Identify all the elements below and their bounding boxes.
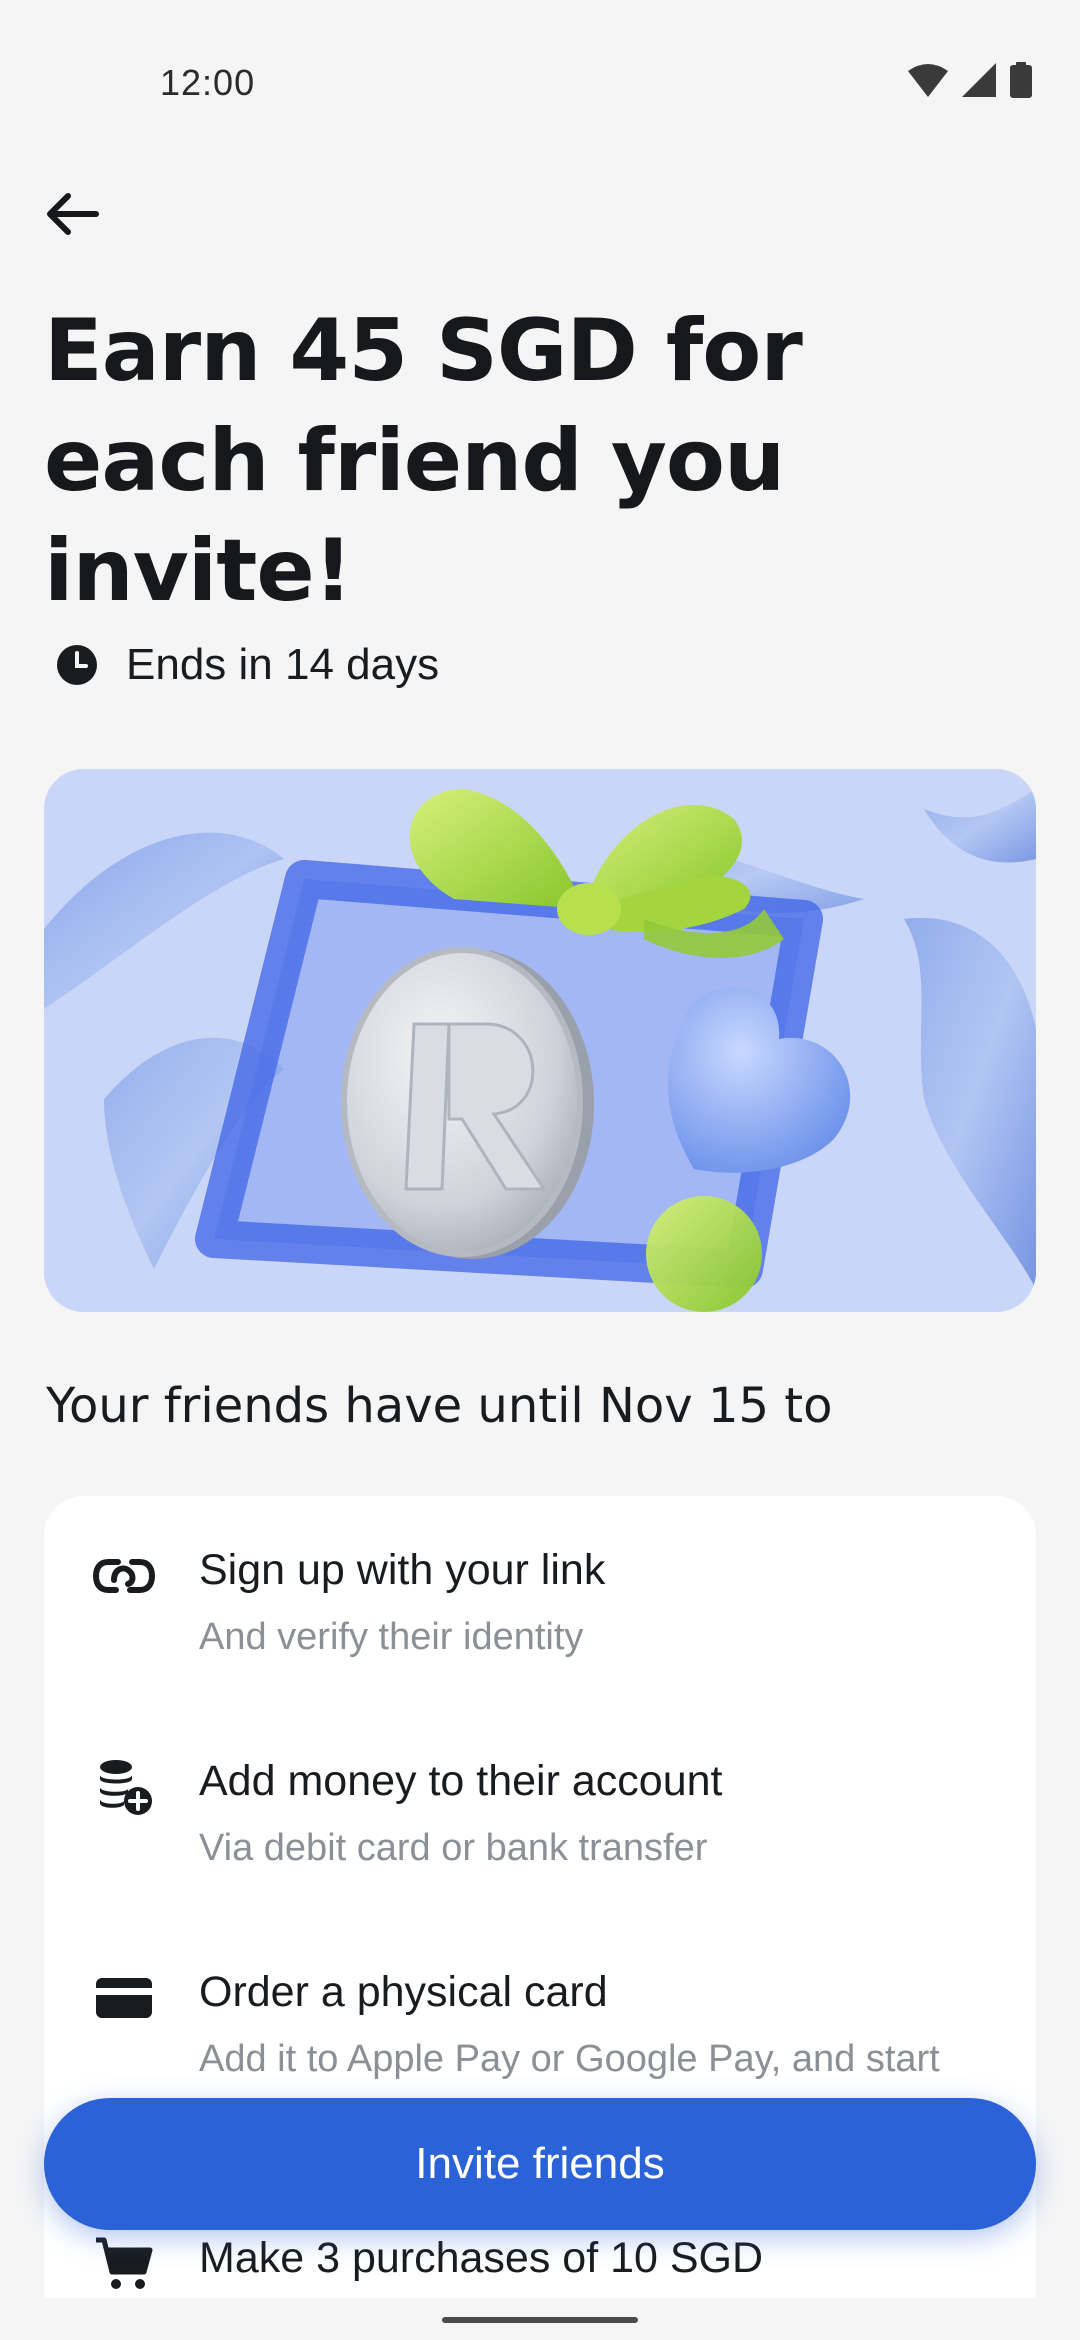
step-title: Make 3 purchases of 10 SGD [199, 2234, 764, 2282]
step-subtitle: Add it to Apple Pay or Google Pay, and s… [199, 2038, 940, 2080]
step-title: Add money to their account [199, 1757, 723, 1805]
deadline-row: Ends in 14 days [56, 640, 439, 690]
step-title: Sign up with your link [199, 1546, 606, 1594]
step-item-add-money: Add money to their account Via debit car… [44, 1707, 1036, 1907]
clock-icon [57, 645, 97, 685]
step-title: Order a physical card [199, 1968, 608, 2016]
steps-section-title: Your friends have until Nov 15 to [46, 1378, 833, 1434]
step-item-order-card: Order a physical card Add it to Apple Pa… [44, 1918, 1036, 2118]
arrow-left-icon [47, 193, 99, 235]
card-icon [86, 1960, 162, 2036]
coins-add-icon [86, 1749, 162, 1825]
hero-illustration [44, 769, 1036, 1312]
back-button[interactable] [36, 178, 108, 250]
invite-friends-label: Invite friends [415, 2139, 665, 2188]
invite-friends-button[interactable]: Invite friends [44, 2098, 1036, 2230]
wifi-icon [908, 64, 948, 97]
battery-icon [1010, 62, 1032, 98]
step-subtitle: Via debit card or bank transfer [199, 1827, 708, 1869]
step-item-sign-up: Sign up with your link And verify their … [44, 1496, 1036, 1696]
status-icons [908, 62, 1032, 98]
cart-icon [86, 2226, 162, 2302]
step-subtitle: And verify their identity [199, 1616, 584, 1658]
link-icon [86, 1538, 162, 1614]
status-bar: 12:00 [0, 0, 1080, 165]
gesture-nav-handle[interactable] [442, 2317, 638, 2323]
deadline-text: Ends in 14 days [126, 640, 440, 689]
gift-coin-illustration [44, 769, 1036, 1312]
cellular-signal-icon [962, 63, 996, 97]
status-time: 12:00 [160, 62, 256, 103]
page-title: Earn 45 SGD for each friend you invite! [44, 301, 803, 621]
